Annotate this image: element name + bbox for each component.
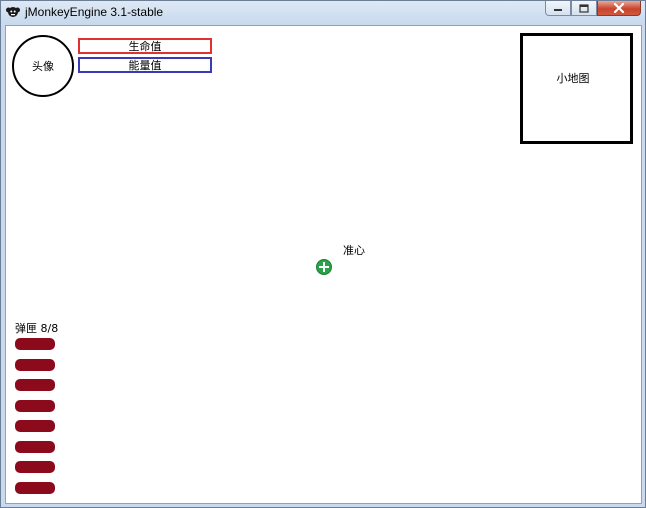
player-avatar: 头像 — [12, 35, 74, 97]
energy-label: 能量值 — [128, 59, 162, 72]
crosshair-icon — [316, 259, 332, 275]
close-button[interactable] — [597, 1, 641, 16]
bullet-icon — [15, 359, 55, 371]
minimap-label: 小地图 — [556, 71, 590, 85]
close-icon — [613, 3, 625, 13]
health-label: 生命值 — [128, 40, 162, 53]
minimize-button[interactable] — [545, 1, 571, 16]
minimize-icon — [554, 9, 562, 11]
bullet-icon — [15, 379, 55, 391]
maximize-icon — [579, 3, 589, 13]
bullet-icon — [15, 338, 55, 350]
energy-bar: 能量值 — [78, 57, 212, 73]
bullet-icon — [15, 420, 55, 432]
maximize-button[interactable] — [571, 1, 597, 16]
window-title: jMonkeyEngine 3.1-stable — [25, 5, 164, 19]
avatar-label: 头像 — [32, 60, 54, 73]
health-bar: 生命值 — [78, 38, 212, 54]
ammo-label: 弹匣 8/8 — [15, 322, 59, 335]
minimap: 小地图 — [520, 33, 633, 144]
game-viewport[interactable]: 头像 生命值 能量值 小地图 准心 弹匣 8/8 — [5, 25, 642, 504]
bullet-icon — [15, 400, 55, 412]
bullet-icon — [15, 441, 55, 453]
app-window: jMonkeyEngine 3.1-stable 头像 生命值 能量值 小地图 … — [0, 0, 646, 508]
bullet-icon — [15, 461, 55, 473]
title-bar[interactable]: jMonkeyEngine 3.1-stable — [1, 1, 645, 23]
bullet-icon — [15, 482, 55, 494]
window-controls — [545, 1, 641, 17]
jmonkey-logo-icon — [6, 7, 20, 17]
crosshair-label: 准心 — [343, 244, 365, 257]
